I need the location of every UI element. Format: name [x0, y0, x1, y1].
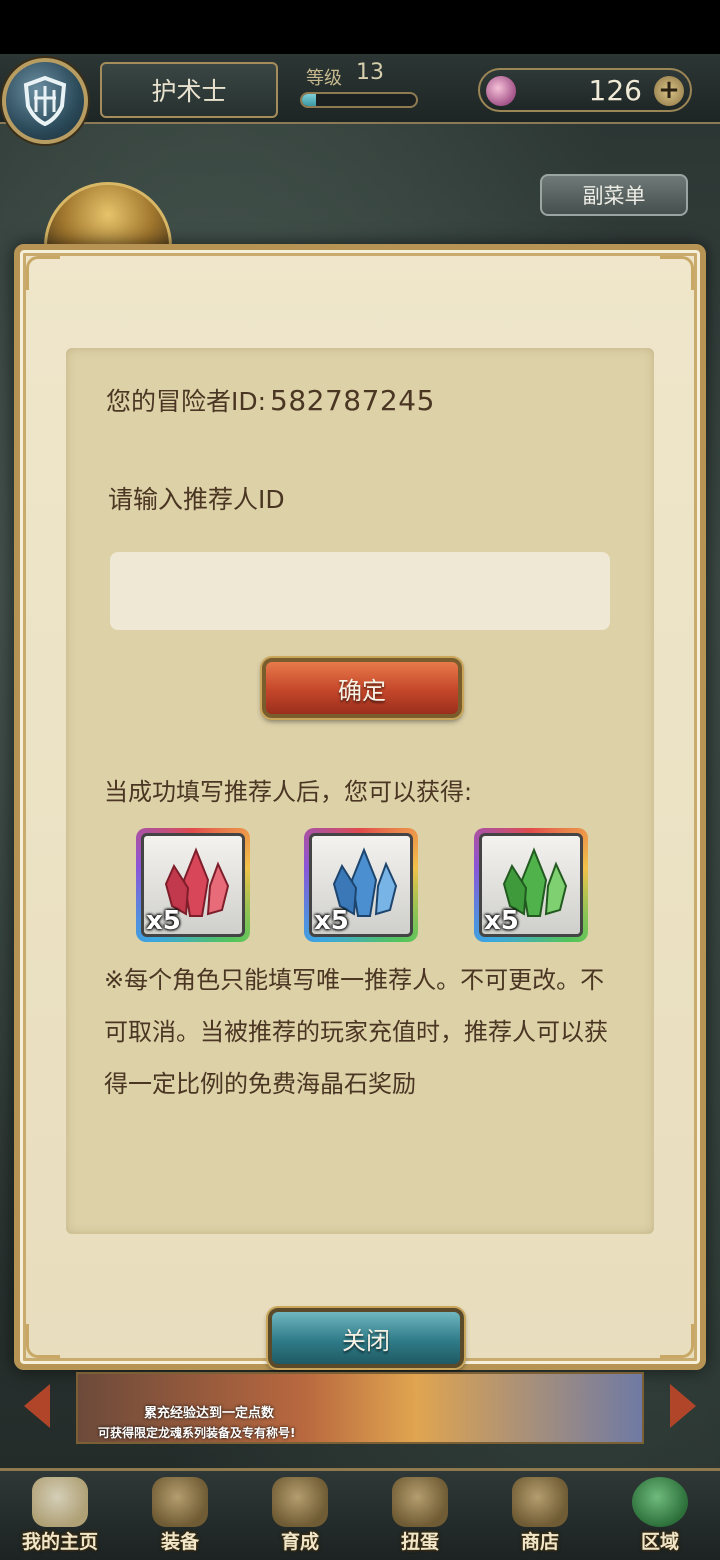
- top-bar: 护术士 等级 13 126 +: [0, 54, 720, 144]
- home-scroll-icon: [32, 1477, 88, 1527]
- adventurer-id-row: 您的冒险者ID: 582787245: [106, 382, 435, 418]
- gem-count: 126: [588, 74, 642, 107]
- reward-item-frame: x5: [309, 833, 413, 937]
- nav-label: 扭蛋: [400, 1531, 439, 1553]
- helmet-icon: [152, 1477, 208, 1527]
- referral-note: ※每个角色只能填写唯一推荐人。不可更改。不可取消。当被推荐的玩家充值时，推荐人可…: [104, 966, 608, 1098]
- ornament-corner: [26, 1324, 60, 1358]
- event-banner[interactable]: 累充经验达到一定点数 可获得限定龙魂系列装备及专有称号!: [76, 1372, 644, 1444]
- ornament-corner: [660, 256, 694, 290]
- globe-icon: [632, 1477, 688, 1527]
- nav-label: 装备: [160, 1531, 199, 1553]
- gacha-bell-icon: [392, 1477, 448, 1527]
- reward-item-frame: x5: [479, 833, 583, 937]
- close-button[interactable]: 关闭: [268, 1308, 464, 1368]
- nav-item-training[interactable]: 育成: [240, 1471, 360, 1560]
- banner-prev-arrow-icon[interactable]: [24, 1384, 50, 1428]
- banner-next-arrow-icon[interactable]: [670, 1384, 696, 1428]
- reward-item[interactable]: x5: [474, 828, 588, 942]
- reward-item[interactable]: x5: [136, 828, 250, 942]
- gem-counter: 126 +: [478, 68, 692, 112]
- adventurer-id-value: 582787245: [270, 384, 435, 417]
- level-indicator: 等级 13: [286, 60, 426, 120]
- confirm-button[interactable]: 确定: [262, 658, 462, 718]
- level-label: 等级: [306, 68, 342, 89]
- nav-item-gacha[interactable]: 扭蛋: [360, 1471, 480, 1560]
- submenu-button[interactable]: 副菜单: [540, 174, 688, 216]
- ornament-corner: [26, 256, 60, 290]
- banner-line-1: 累充经验达到一定点数: [144, 1406, 275, 1421]
- reward-item-frame: x5: [141, 833, 245, 937]
- nav-item-shop[interactable]: 商店: [480, 1471, 600, 1560]
- reward-item[interactable]: x5: [304, 828, 418, 942]
- bottom-nav: 我的主页 装备 育成 扭蛋 商店 区域: [0, 1468, 720, 1560]
- nav-label: 育成: [280, 1531, 319, 1553]
- nav-label: 区域: [640, 1531, 679, 1553]
- banner-line-2: 可获得限定龙魂系列装备及专有称号!: [98, 1426, 296, 1440]
- add-gems-button[interactable]: +: [654, 76, 684, 106]
- nav-item-home[interactable]: 我的主页: [0, 1471, 120, 1560]
- referral-dialog: 您的冒险者ID: 582787245 请输入推荐人ID 确定 当成功填写推荐人后，…: [14, 244, 706, 1370]
- dialog-panel: 您的冒险者ID: 582787245 请输入推荐人ID 确定 当成功填写推荐人后，…: [66, 348, 654, 1234]
- level-value: 13: [356, 60, 384, 85]
- referrer-id-label: 请输入推荐人ID: [108, 485, 285, 514]
- experience-bar: [300, 92, 418, 108]
- adventurer-id-label: 您的冒险者ID:: [106, 387, 267, 416]
- shop-bag-icon: [512, 1477, 568, 1527]
- referrer-id-input[interactable]: [110, 552, 610, 630]
- nav-item-equipment[interactable]: 装备: [120, 1471, 240, 1560]
- ornament-corner: [660, 1324, 694, 1358]
- reward-quantity: x5: [146, 906, 181, 936]
- reward-quantity: x5: [314, 906, 349, 936]
- nav-label: 商店: [520, 1531, 559, 1553]
- sword-icon: [272, 1477, 328, 1527]
- reward-quantity: x5: [484, 906, 519, 936]
- nav-label: 我的主页: [21, 1531, 98, 1553]
- shield-icon: [23, 76, 67, 126]
- class-emblem-button[interactable]: [2, 58, 88, 144]
- reward-intro-text: 当成功填写推荐人后，您可以获得:: [104, 778, 473, 806]
- experience-bar-fill: [302, 94, 316, 106]
- gem-icon: [486, 76, 516, 106]
- game-scene: 护术士 等级 13 126 + 副菜单 您的冒险者ID: 582787245 请输…: [0, 54, 720, 1560]
- class-name: 护术士: [100, 62, 278, 118]
- nav-item-region[interactable]: 区域: [600, 1471, 720, 1560]
- reward-list: x5 x5 x5: [126, 828, 596, 948]
